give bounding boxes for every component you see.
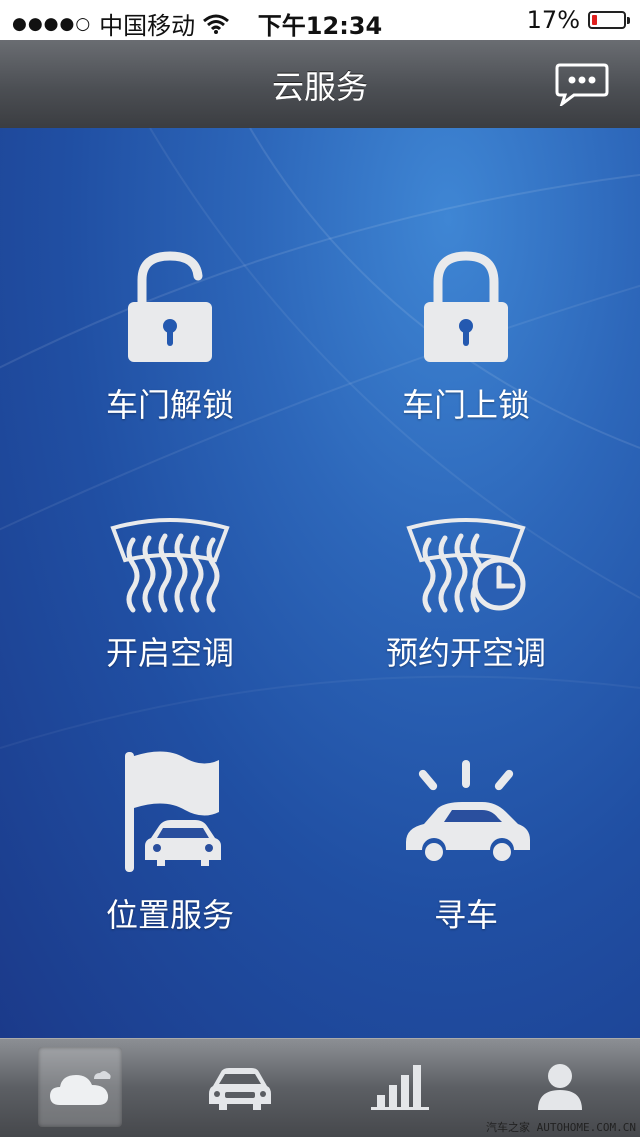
tile-label: 预约开空调	[385, 634, 546, 672]
tab-cloud[interactable]	[38, 1047, 122, 1127]
tab-profile[interactable]	[518, 1047, 602, 1127]
defrost-icon	[110, 518, 230, 613]
tile-label: 位置服务	[105, 896, 234, 934]
tile-start-ac[interactable]: 开启空调	[30, 514, 310, 674]
status-bar: ●●●●○ 中国移动 下午12:34 17%	[0, 0, 640, 40]
tile-find-car[interactable]: 寻车	[326, 746, 606, 936]
tile-label: 车门上锁	[401, 386, 530, 424]
car-icon	[209, 1068, 271, 1110]
page-title: 云服务	[271, 68, 368, 106]
tab-bar: 汽车之家 AUTOHOME.COM.CN	[0, 1038, 640, 1137]
tile-label: 寻车	[433, 896, 498, 934]
watermark: 汽车之家 AUTOHOME.COM.CN	[486, 1121, 636, 1134]
cloud-icon	[50, 1071, 111, 1105]
scheduled-defrost-icon	[406, 518, 526, 613]
message-button[interactable]	[554, 62, 610, 109]
flag-car-icon	[125, 751, 221, 872]
battery-fill	[592, 15, 597, 25]
bar-chart-icon	[371, 1065, 429, 1110]
lock-icon	[424, 251, 508, 362]
car-alarm-icon	[406, 760, 530, 861]
status-right: 17%	[526, 6, 630, 34]
main-panel: 车门解锁 车门上锁 开启空调 预约开空调 位置服务 寻车	[0, 128, 640, 1038]
tile-label: 车门解锁	[105, 386, 234, 424]
person-icon	[538, 1064, 582, 1110]
navigation-bar: 云服务	[0, 40, 640, 129]
tile-label: 开启空调	[105, 634, 234, 672]
tile-door-lock[interactable]: 车门上锁	[326, 246, 606, 426]
battery-percent: 17%	[526, 6, 580, 34]
tab-statistics[interactable]	[358, 1047, 442, 1127]
battery-icon	[588, 11, 630, 29]
tile-location-service[interactable]: 位置服务	[30, 746, 310, 936]
chat-bubble-icon	[555, 63, 609, 109]
unlock-icon	[128, 251, 212, 362]
tile-schedule-ac[interactable]: 预约开空调	[326, 514, 606, 674]
tab-car[interactable]	[198, 1047, 282, 1127]
tile-door-unlock[interactable]: 车门解锁	[30, 246, 310, 426]
